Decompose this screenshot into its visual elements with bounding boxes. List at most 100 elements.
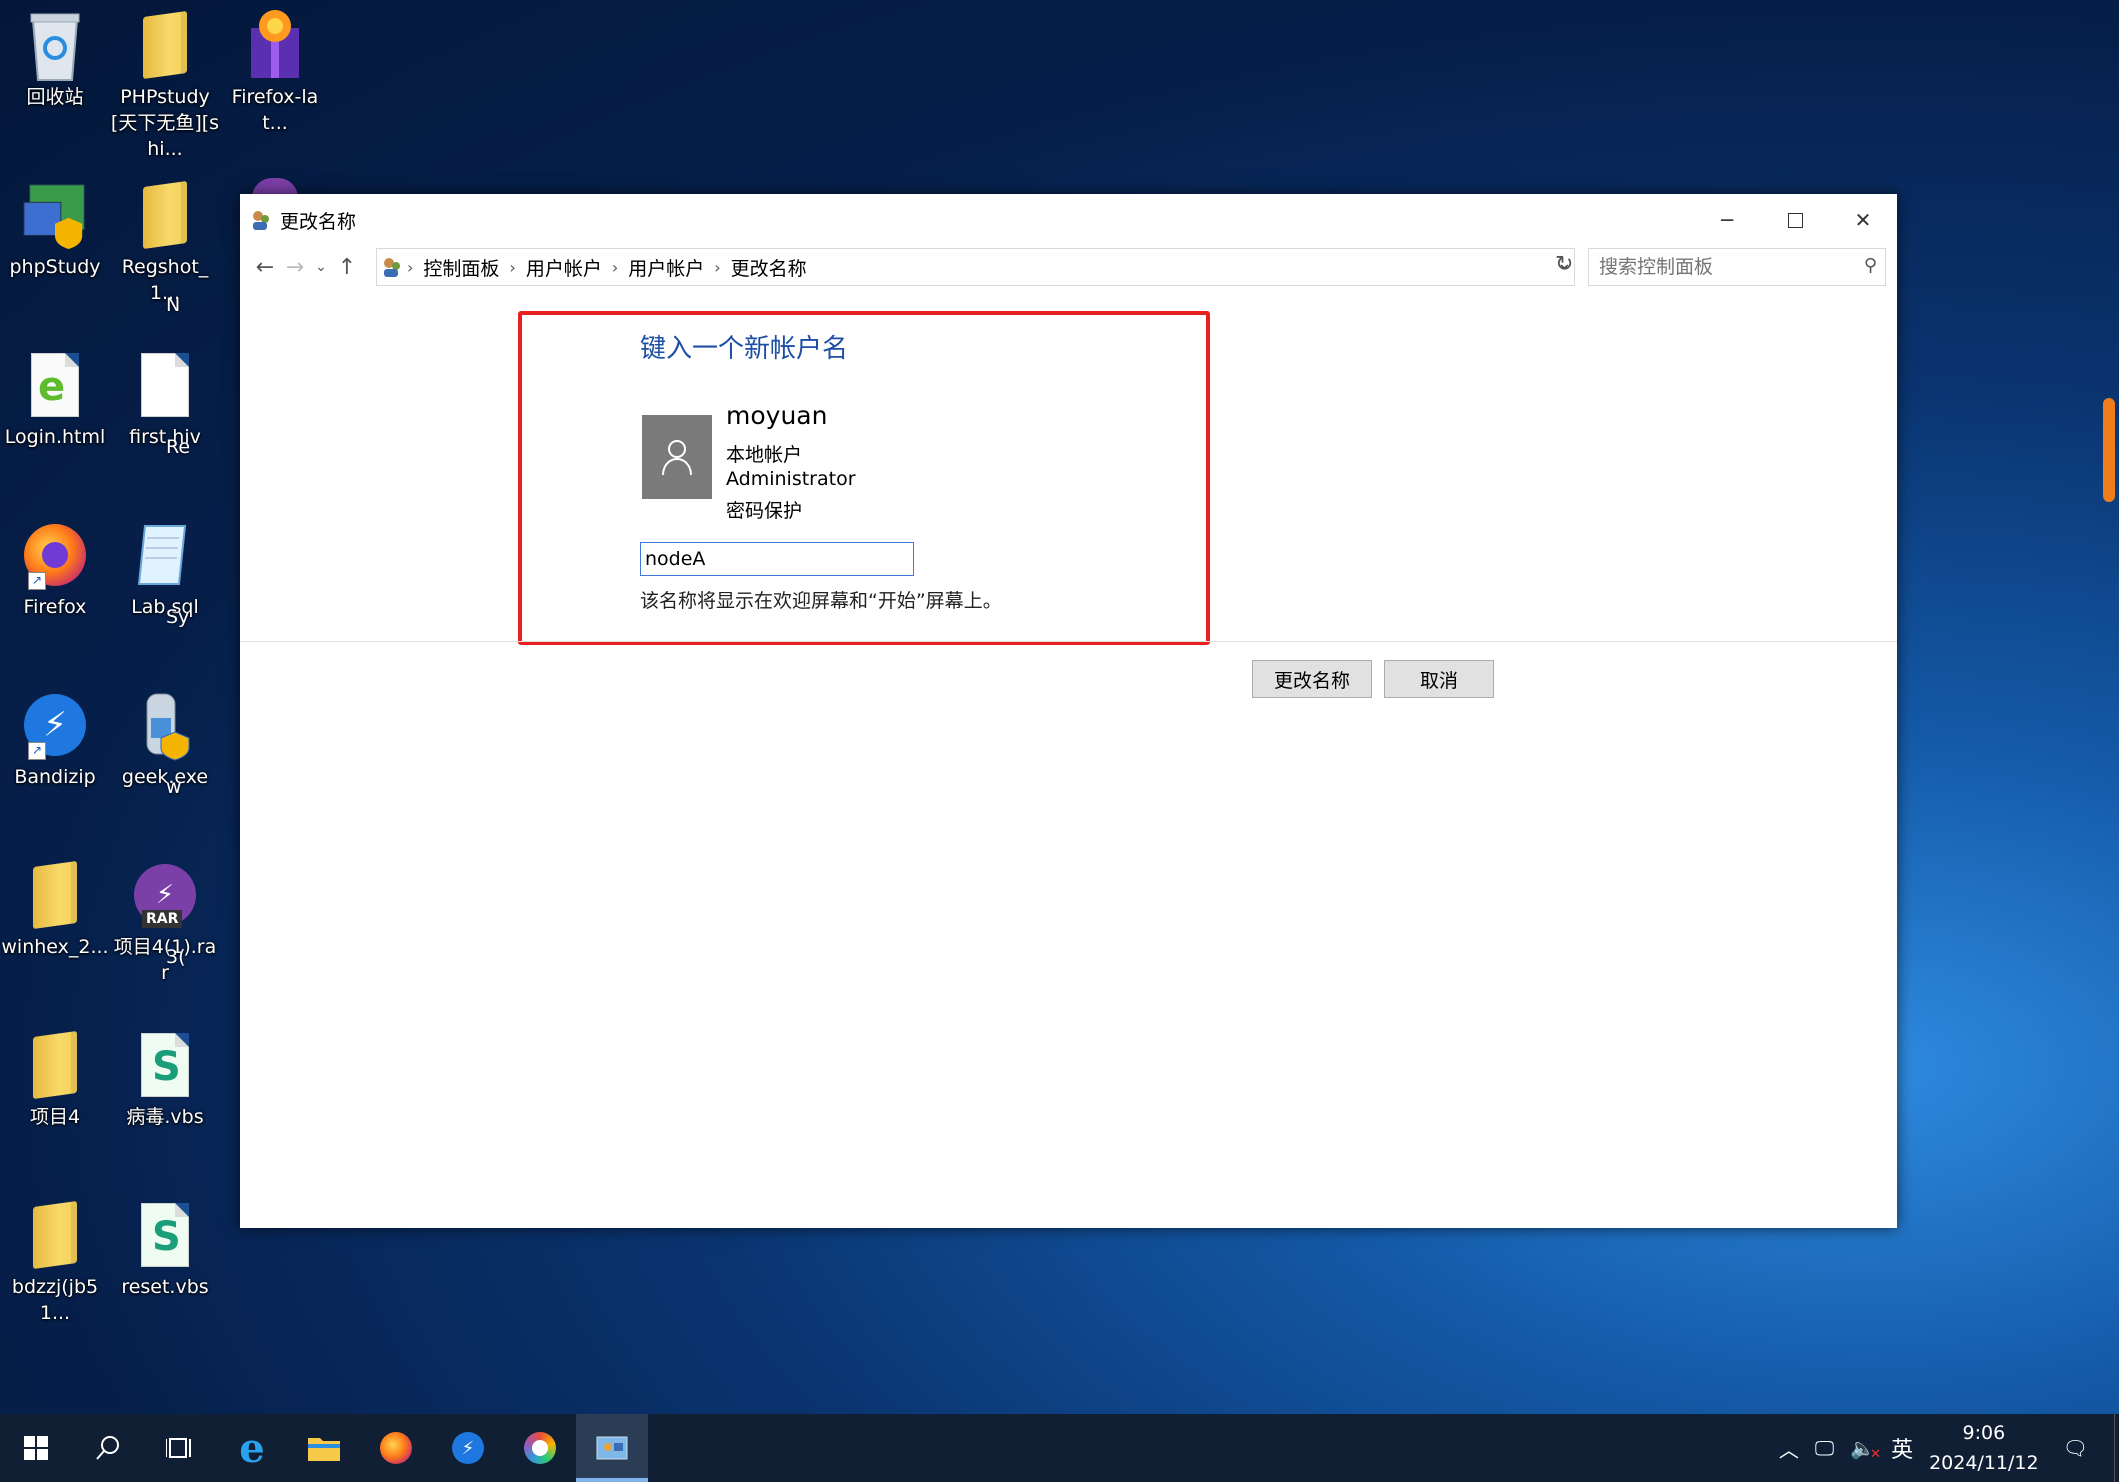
shortcut-arrow-icon: ↗ [28, 742, 46, 760]
partially-hidden-label: N [166, 294, 181, 316]
back-button[interactable]: ← [250, 255, 280, 280]
desktop-icon-label: Bandizip [14, 766, 96, 788]
refresh-button[interactable]: ↻ [1555, 252, 1573, 277]
new-account-name-input[interactable] [640, 542, 914, 576]
desktop-icon-firefox-installer[interactable]: Firefox-lat... [220, 6, 330, 136]
taskbar-control-panel[interactable] [576, 1414, 648, 1482]
avatar [642, 415, 712, 499]
desktop-icon-bdzzj[interactable]: bdzzj(jb51... [0, 1196, 110, 1326]
clock-time: 9:06 [1962, 1422, 2006, 1444]
taskbar-file-explorer[interactable] [288, 1414, 360, 1482]
forward-button[interactable]: → [280, 255, 310, 280]
desktop-icon-lab-sql[interactable]: Lab.sql [110, 516, 220, 620]
desktop-icon-label: phpStudy [9, 256, 101, 278]
breadcrumb-separator-icon: › [714, 257, 721, 277]
taskbar-search-button[interactable] [72, 1414, 144, 1482]
desktop-icon-phpstudy-folder[interactable]: PHPstudy[天下无鱼][shi... [110, 6, 220, 162]
search-box[interactable]: ⚲ [1588, 248, 1886, 286]
taskbar-browser[interactable] [504, 1414, 576, 1482]
chevron-down-icon: ⌄ [315, 259, 327, 275]
shortcut-arrow-icon: ↗ [28, 572, 46, 590]
folder-icon [130, 6, 200, 84]
desktop-icon-first-hiv[interactable]: first.hiv [110, 346, 220, 450]
firefox-installer-icon [240, 6, 310, 84]
volume-muted-icon[interactable]: 🔈 ✕ [1850, 1436, 1881, 1462]
desktop-icon-reset-vbs[interactable]: S reset.vbs [110, 1196, 220, 1300]
file-explorer-icon [308, 1438, 340, 1461]
input-method-indicator[interactable]: 英 [1891, 1432, 1913, 1464]
show-desktop-button[interactable] [2114, 1414, 2119, 1482]
search-input[interactable] [1597, 255, 1851, 279]
content-area: 键入一个新帐户名 moyuan 本地帐户 Administrator 密码保护 … [240, 288, 1897, 1228]
breadcrumb-control-panel[interactable]: 控制面板 [423, 254, 499, 281]
minimize-button[interactable]: ─ [1693, 194, 1761, 246]
address-bar[interactable]: › 控制面板 › 用户帐户 › 用户帐户 › 更改名称 ⌄ [376, 248, 1575, 286]
start-button[interactable] [0, 1414, 72, 1482]
back-arrow-icon: ← [255, 254, 275, 280]
window-title: 更改名称 [280, 210, 357, 233]
desktop-icon-label: Firefox [23, 596, 87, 618]
taskbar: e ⚡ ︿ 🖵 🔈 ✕ 英 9:06 2024/11/12 🗨 [0, 1414, 2119, 1482]
desktop-icon-winhex[interactable]: winhex_2... [0, 856, 110, 960]
show-hidden-icons-icon[interactable]: ︿ [1779, 1434, 1799, 1463]
cancel-button[interactable]: 取消 [1384, 660, 1494, 698]
rar-badge: RAR [142, 910, 183, 928]
side-indicator [2103, 398, 2115, 502]
desktop-icon-project4-rar[interactable]: ⚡ RAR 项目4(1).rar [110, 856, 220, 986]
desktop-icon-phpstudy[interactable]: phpStudy [0, 176, 110, 280]
desktop-icon-label: reset.vbs [121, 1276, 209, 1298]
breadcrumb-rename[interactable]: 更改名称 [731, 254, 807, 281]
desktop-icon-project4[interactable]: 项目4 [0, 1026, 110, 1130]
folder-icon [20, 1196, 90, 1274]
internet-explorer-icon: e [239, 1424, 265, 1472]
folder-icon [20, 856, 90, 934]
user-silhouette-icon [662, 440, 692, 476]
control-panel-icon [596, 1436, 628, 1460]
close-button[interactable]: ✕ [1829, 194, 1897, 246]
desktop-icon-label: 项目4 [29, 1106, 81, 1128]
close-icon: ✕ [1854, 208, 1872, 232]
phpstudy-icon [20, 176, 90, 254]
folder-icon [130, 176, 200, 254]
maximize-icon [1787, 212, 1803, 228]
recent-locations-button[interactable]: ⌄ [310, 259, 332, 275]
user-accounts-icon [253, 211, 269, 230]
svg-text:e: e [38, 364, 65, 408]
desktop-icon-bandizip[interactable]: ⚡ ↗ Bandizip [0, 686, 110, 790]
desktop-icon-recycle-bin[interactable]: 回收站 [0, 6, 110, 110]
taskbar-bandizip[interactable]: ⚡ [432, 1414, 504, 1482]
taskbar-firefox[interactable] [360, 1414, 432, 1482]
firefox-icon: ↗ [20, 516, 90, 594]
taskbar-ie[interactable]: e [216, 1414, 288, 1482]
minimize-icon: ─ [1720, 208, 1734, 232]
up-button[interactable]: ↑ [332, 255, 362, 280]
breadcrumb-user-accounts[interactable]: 用户帐户 [526, 254, 602, 281]
bandizip-icon: ⚡ [452, 1432, 484, 1464]
breadcrumb-user-accounts-sub[interactable]: 用户帐户 [628, 254, 704, 281]
search-icon[interactable]: ⚲ [1864, 255, 1877, 276]
desktop-icon-firefox[interactable]: ↗ Firefox [0, 516, 110, 620]
clock-date: 2024/11/12 [1929, 1452, 2039, 1474]
breadcrumb-separator-icon: › [407, 257, 414, 277]
clock[interactable]: 9:06 2024/11/12 [1929, 1418, 2039, 1478]
notification-center-icon[interactable]: 🗨 [2063, 1436, 2088, 1460]
recycle-bin-icon [20, 6, 90, 84]
divider [240, 641, 1897, 642]
control-panel-icon [384, 258, 400, 277]
desktop-icon-regshot[interactable]: Regshot_1... [110, 176, 220, 306]
desktop-icon-virus-vbs[interactable]: S 病毒.vbs [110, 1026, 220, 1130]
desktop-icon-label: Login.html [4, 426, 106, 448]
rename-button[interactable]: 更改名称 [1252, 660, 1372, 698]
desktop-icon-geek-exe[interactable]: geek.exe [110, 686, 220, 790]
desktop-icon-login-html[interactable]: e Login.html [0, 346, 110, 450]
title-bar[interactable]: 更改名称 ─ ✕ [240, 194, 1897, 246]
navigation-bar: ← → ⌄ ↑ › 控制面板 › 用户帐户 › 用户帐户 › 更改名称 ⌄ ↻ … [240, 246, 1897, 288]
partially-hidden-label: Sy [166, 606, 190, 628]
firefox-icon [380, 1432, 412, 1464]
sql-file-icon [130, 516, 200, 594]
network-icon[interactable]: 🖵 [1815, 1436, 1834, 1460]
page-heading: 键入一个新帐户名 [640, 334, 849, 364]
desktop-icon-label: 病毒.vbs [126, 1106, 204, 1128]
task-view-button[interactable] [144, 1414, 216, 1482]
maximize-button[interactable] [1761, 194, 1829, 246]
